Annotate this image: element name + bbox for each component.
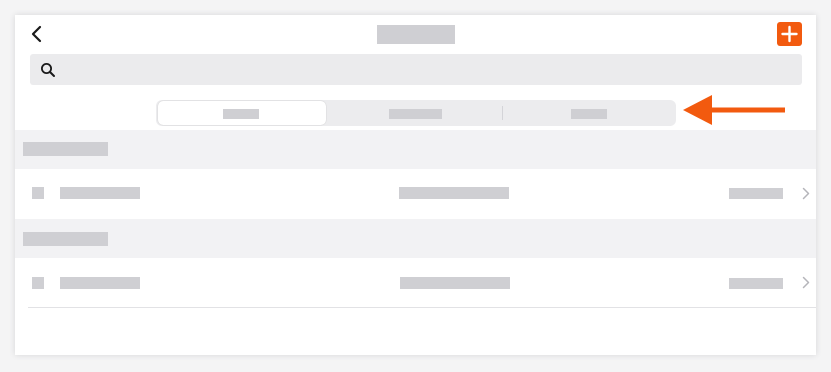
list-item-2-icon [32, 277, 44, 289]
row-divider [28, 307, 816, 308]
list-item-2[interactable] [15, 258, 816, 307]
segmented-control [156, 100, 676, 126]
segment-option-2-label [389, 109, 442, 119]
section-header-2 [15, 219, 816, 258]
segment-option-3-label [571, 109, 607, 119]
section-header-2-title [23, 232, 108, 246]
list-item-1-name [60, 187, 140, 199]
segment-option-1[interactable] [158, 101, 326, 125]
section-header-1 [15, 130, 816, 169]
app-window [15, 15, 816, 355]
page-title [377, 25, 455, 44]
list-item-2-detail [400, 277, 510, 289]
arrow-left-icon [683, 95, 785, 125]
back-button[interactable] [27, 24, 47, 44]
list-item-1-detail [399, 187, 509, 199]
segment-option-1-label [223, 109, 259, 119]
list-item-2-value [729, 278, 783, 289]
segment-option-3[interactable] [503, 100, 676, 126]
plus-icon [781, 25, 798, 43]
chevron-left-icon [31, 25, 42, 43]
list-item-1-value [729, 188, 783, 199]
add-button[interactable] [777, 22, 802, 46]
list-item-2-name [60, 277, 140, 289]
search-bar[interactable] [30, 54, 802, 85]
chevron-right-icon [802, 187, 810, 200]
chevron-right-icon [802, 276, 810, 289]
search-icon [41, 63, 55, 77]
search-input[interactable] [64, 54, 794, 85]
segment-option-2[interactable] [328, 100, 502, 126]
list-item-1[interactable] [15, 169, 816, 218]
section-header-1-title [23, 142, 108, 156]
list-item-1-icon [32, 187, 44, 199]
